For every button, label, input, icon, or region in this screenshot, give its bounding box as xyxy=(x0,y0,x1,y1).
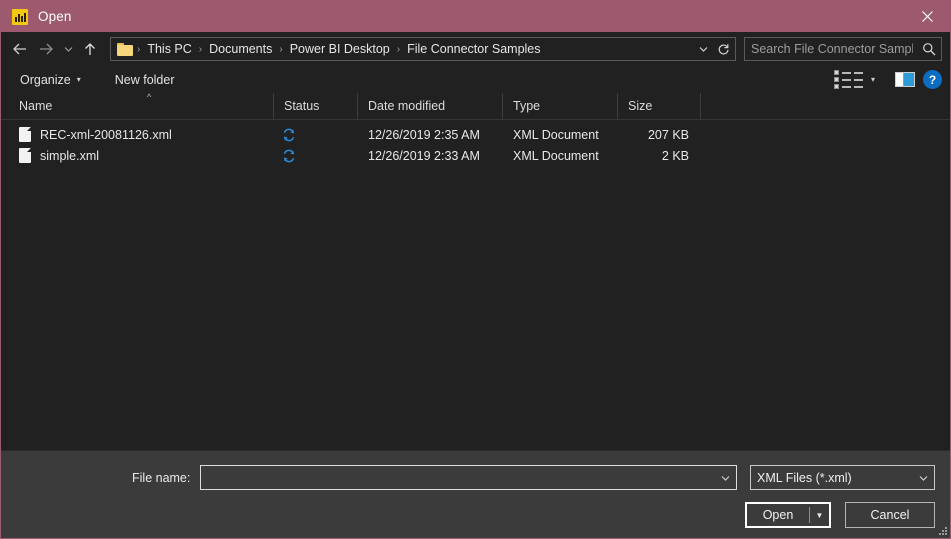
file-type-filter-dropdown[interactable]: XML Files (*.xml) xyxy=(750,465,935,490)
navigation-bar: › This PC › Documents › Power BI Desktop… xyxy=(1,32,950,66)
sync-icon xyxy=(283,128,295,141)
file-name-combobox[interactable] xyxy=(200,465,737,490)
file-list: REC-xml-20081126.xml 12/26/2019 2:35 AM … xyxy=(1,120,950,450)
window-title: Open xyxy=(38,9,72,24)
new-folder-button[interactable]: New folder xyxy=(108,70,182,90)
breadcrumb-item-file-connector-samples[interactable]: File Connector Samples xyxy=(402,40,545,58)
open-split-button[interactable]: Open ▼ xyxy=(745,502,831,528)
address-chevron-down-icon[interactable] xyxy=(693,38,713,60)
column-header-date-modified[interactable]: Date modified xyxy=(358,93,503,119)
chevron-down-icon[interactable] xyxy=(912,475,934,481)
file-name-input[interactable] xyxy=(201,470,714,485)
recent-locations-chevron-down-icon[interactable] xyxy=(59,36,77,62)
file-name-label: REC-xml-20081126.xml xyxy=(40,127,172,142)
file-size-cell: 207 KB xyxy=(647,127,689,142)
file-date-cell: 12/26/2019 2:35 AM xyxy=(368,127,480,142)
search-input[interactable] xyxy=(745,42,917,56)
file-type-cell: XML Document xyxy=(513,148,599,163)
search-box[interactable] xyxy=(744,37,942,61)
title-bar: Open xyxy=(1,1,950,32)
view-dropdown-button[interactable]: ▾ xyxy=(867,69,879,91)
cancel-button[interactable]: Cancel xyxy=(845,502,935,528)
preview-pane-button[interactable] xyxy=(891,69,919,91)
open-button[interactable]: Open xyxy=(747,504,809,526)
column-header-status[interactable]: Status xyxy=(274,93,358,119)
forward-button[interactable] xyxy=(33,36,59,62)
details-view-icon xyxy=(833,70,863,89)
breadcrumb-item-this-pc[interactable]: This PC xyxy=(142,40,196,58)
file-date-cell: 12/26/2019 2:33 AM xyxy=(368,148,480,163)
resize-grip[interactable] xyxy=(935,523,947,535)
breadcrumb-item-power-bi-desktop[interactable]: Power BI Desktop xyxy=(285,40,395,58)
close-icon[interactable] xyxy=(904,1,950,32)
address-bar[interactable]: › This PC › Documents › Power BI Desktop… xyxy=(110,37,736,61)
preview-pane-icon xyxy=(895,72,915,87)
file-status-cell xyxy=(274,149,358,163)
dialog-buttons: Open ▼ Cancel xyxy=(16,502,935,528)
open-file-dialog: Open › This PC › Documents › Power BI De… xyxy=(0,0,951,539)
organize-label: Organize xyxy=(20,72,71,87)
file-name-cell: REC-xml-20081126.xml xyxy=(1,127,274,142)
file-type-filter-value: XML Files (*.xml) xyxy=(757,470,852,485)
breadcrumb-separator: › xyxy=(198,43,203,55)
table-row[interactable]: REC-xml-20081126.xml 12/26/2019 2:35 AM … xyxy=(1,124,950,145)
refresh-icon[interactable] xyxy=(713,38,733,60)
chevron-down-icon[interactable] xyxy=(714,475,736,481)
help-button[interactable]: ? xyxy=(923,70,942,89)
file-status-cell xyxy=(274,128,358,142)
dialog-footer: File name: XML Files (*.xml) Open ▼ Canc… xyxy=(1,450,950,538)
toolbar: Organize ▾ New folder ▾ ? xyxy=(1,66,950,93)
change-view-button[interactable] xyxy=(830,69,867,91)
file-name-label: File name: xyxy=(132,470,191,485)
sync-icon xyxy=(283,149,295,162)
xml-document-icon xyxy=(19,127,31,142)
file-type-cell: XML Document xyxy=(513,127,599,142)
file-name-cell: simple.xml xyxy=(1,148,274,163)
file-name-row: File name: XML Files (*.xml) xyxy=(16,465,935,490)
breadcrumb-separator: › xyxy=(396,43,401,55)
column-header-type[interactable]: Type xyxy=(503,93,618,119)
open-dropdown-caret-icon[interactable]: ▼ xyxy=(810,504,829,526)
chevron-down-icon: ▾ xyxy=(76,75,81,84)
search-icon xyxy=(917,42,941,56)
breadcrumb-separator: › xyxy=(137,43,141,55)
folder-icon xyxy=(117,42,133,56)
file-name-label: simple.xml xyxy=(40,148,100,163)
organize-button[interactable]: Organize ▾ xyxy=(13,70,88,90)
powerbi-chart-icon xyxy=(12,8,28,25)
column-header-name[interactable]: Name xyxy=(1,93,274,119)
xml-document-icon xyxy=(19,148,31,163)
chevron-down-icon: ▾ xyxy=(870,75,875,84)
new-folder-label: New folder xyxy=(114,72,175,87)
column-header-size[interactable]: Size xyxy=(618,93,701,119)
table-row[interactable]: simple.xml 12/26/2019 2:33 AM XML Docume… xyxy=(1,145,950,166)
up-button[interactable] xyxy=(77,36,103,62)
breadcrumb-item-documents[interactable]: Documents xyxy=(204,40,277,58)
column-header-row: ^ Name Status Date modified Type Size xyxy=(1,93,950,120)
breadcrumb-separator: › xyxy=(279,43,283,55)
back-button[interactable] xyxy=(7,36,33,62)
file-size-cell: 2 KB xyxy=(661,148,689,163)
